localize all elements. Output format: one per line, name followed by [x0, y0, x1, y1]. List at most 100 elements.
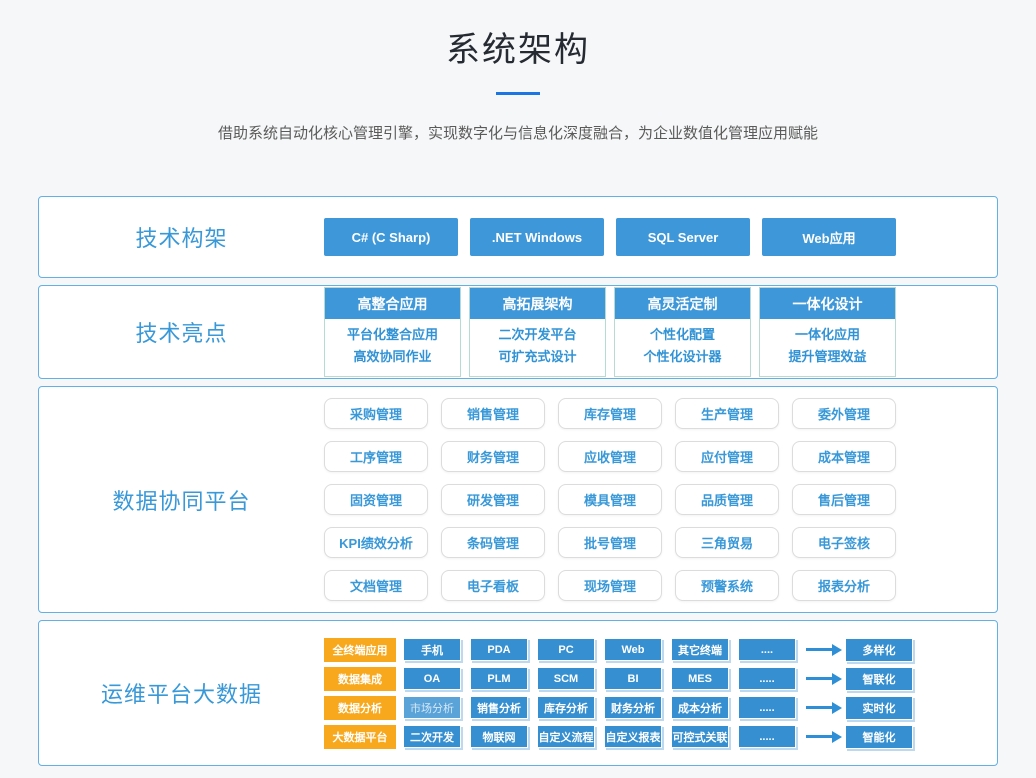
module-block: 三角贸易	[675, 527, 779, 558]
module-block: 电子看板	[441, 570, 545, 601]
module-block: 研发管理	[441, 484, 545, 515]
ops-item-block: 物联网	[470, 725, 528, 748]
highlight-card: 高拓展架构 二次开发平台 可扩充式设计	[469, 287, 606, 377]
ops-item-block: SCM	[537, 667, 595, 690]
title-underline-divider	[496, 92, 540, 95]
ops-item-block: 二次开发	[403, 725, 461, 748]
module-block: 现场管理	[558, 570, 662, 601]
ops-category-label: 数据集成	[324, 667, 396, 691]
module-block: 固资管理	[324, 484, 428, 515]
section-tech-stack: 技术构架 C# (C Sharp) .NET Windows SQL Serve…	[38, 196, 998, 278]
module-block: 文档管理	[324, 570, 428, 601]
highlight-card: 高灵活定制 个性化配置 个性化设计器	[614, 287, 751, 377]
card-line: 高效协同作业	[325, 346, 460, 368]
section-data-platform-label: 数据协同平台	[39, 484, 324, 516]
arrow-right-icon	[806, 644, 842, 656]
ops-item-block: 财务分析	[604, 696, 662, 719]
module-grid: 采购管理 销售管理 库存管理 生产管理 委外管理 工序管理 财务管理 应收管理 …	[324, 398, 896, 601]
ops-row-bigdata: 大数据平台 二次开发 物联网 自定义流程 自定义报表 可控式关联 ..... 智…	[324, 725, 913, 749]
ops-item-block-more: ....	[738, 638, 796, 661]
ops-item-block: BI	[604, 667, 662, 690]
tech-block-sqlserver: SQL Server	[616, 218, 750, 256]
module-block: 品质管理	[675, 484, 779, 515]
module-block: 应收管理	[558, 441, 662, 472]
architecture-diagram: 技术构架 C# (C Sharp) .NET Windows SQL Serve…	[38, 196, 998, 766]
ops-item-block: 库存分析	[537, 696, 595, 719]
section-ops-platform-label: 运维平台大数据	[39, 677, 324, 709]
ops-item-block: PLM	[470, 667, 528, 690]
page-subtitle: 借助系统自动化核心管理引擎，实现数字化与信息化深度融合，为企业数值化管理应用赋能	[0, 122, 1036, 143]
ops-result-block: 智联化	[845, 667, 913, 691]
ops-row-terminals: 全终端应用 手机 PDA PC Web 其它终端 .... 多样化	[324, 638, 913, 662]
tech-block-dotnet: .NET Windows	[470, 218, 604, 256]
ops-category-label: 大数据平台	[324, 725, 396, 749]
ops-category-label: 全终端应用	[324, 638, 396, 662]
ops-result-block: 智能化	[845, 725, 913, 749]
module-block: 模具管理	[558, 484, 662, 515]
card-line: 一体化应用	[760, 324, 895, 346]
tech-stack-blocks: C# (C Sharp) .NET Windows SQL Server Web…	[324, 218, 896, 256]
ops-item-block: 手机	[403, 638, 461, 661]
ops-item-block: 自定义流程	[537, 725, 595, 748]
card-line: 可扩充式设计	[470, 346, 605, 368]
ops-item-block: 其它终端	[671, 638, 729, 661]
module-block: 售后管理	[792, 484, 896, 515]
module-block: KPI绩效分析	[324, 527, 428, 558]
highlight-cards: 高整合应用 平台化整合应用 高效协同作业 高拓展架构 二次开发平台 可扩充式设计…	[324, 287, 896, 377]
card-line: 个性化配置	[615, 324, 750, 346]
card-body: 平台化整合应用 高效协同作业	[325, 319, 460, 376]
card-title: 高灵活定制	[615, 288, 750, 319]
arrow-right-icon	[806, 673, 842, 685]
module-block: 生产管理	[675, 398, 779, 429]
module-block: 应付管理	[675, 441, 779, 472]
card-line: 平台化整合应用	[325, 324, 460, 346]
ops-item-block: PDA	[470, 638, 528, 661]
card-line: 提升管理效益	[760, 346, 895, 368]
ops-row-analysis: 数据分析 市场分析 销售分析 库存分析 财务分析 成本分析 ..... 实时化	[324, 696, 913, 720]
module-block: 采购管理	[324, 398, 428, 429]
ops-result-block: 多样化	[845, 638, 913, 662]
card-line: 个性化设计器	[615, 346, 750, 368]
highlight-card: 高整合应用 平台化整合应用 高效协同作业	[324, 287, 461, 377]
ops-item-block: OA	[403, 667, 461, 690]
module-block: 库存管理	[558, 398, 662, 429]
section-data-platform: 数据协同平台 采购管理 销售管理 库存管理 生产管理 委外管理 工序管理 财务管…	[38, 386, 998, 613]
module-block: 条码管理	[441, 527, 545, 558]
module-block: 委外管理	[792, 398, 896, 429]
module-block: 财务管理	[441, 441, 545, 472]
ops-item-block: PC	[537, 638, 595, 661]
card-body: 一体化应用 提升管理效益	[760, 319, 895, 376]
module-block: 成本管理	[792, 441, 896, 472]
module-block: 报表分析	[792, 570, 896, 601]
highlight-card: 一体化设计 一体化应用 提升管理效益	[759, 287, 896, 377]
section-tech-stack-label: 技术构架	[39, 221, 324, 253]
section-ops-platform: 运维平台大数据 全终端应用 手机 PDA PC Web 其它终端 .... 多样…	[38, 620, 998, 766]
section-highlights: 技术亮点 高整合应用 平台化整合应用 高效协同作业 高拓展架构 二次开发平台 可…	[38, 285, 998, 379]
card-title: 高拓展架构	[470, 288, 605, 319]
tech-block-csharp: C# (C Sharp)	[324, 218, 458, 256]
page-title: 系统架构	[0, 0, 1036, 71]
ops-item-block: 可控式关联	[671, 725, 729, 748]
ops-category-label: 数据分析	[324, 696, 396, 720]
ops-item-block: 市场分析	[403, 696, 461, 719]
ops-item-block-more: .....	[738, 696, 796, 719]
ops-item-block: 自定义报表	[604, 725, 662, 748]
card-title: 高整合应用	[325, 288, 460, 319]
card-title: 一体化设计	[760, 288, 895, 319]
ops-item-block-more: .....	[738, 667, 796, 690]
module-block: 预警系统	[675, 570, 779, 601]
ops-rows: 全终端应用 手机 PDA PC Web 其它终端 .... 多样化 数据集成 O…	[324, 638, 913, 749]
module-block: 销售管理	[441, 398, 545, 429]
ops-item-block: Web	[604, 638, 662, 661]
ops-result-block: 实时化	[845, 696, 913, 720]
ops-item-block: 销售分析	[470, 696, 528, 719]
card-line: 二次开发平台	[470, 324, 605, 346]
ops-row-integration: 数据集成 OA PLM SCM BI MES ..... 智联化	[324, 667, 913, 691]
ops-item-block: 成本分析	[671, 696, 729, 719]
module-block: 批号管理	[558, 527, 662, 558]
module-block: 电子签核	[792, 527, 896, 558]
card-body: 个性化配置 个性化设计器	[615, 319, 750, 376]
section-highlights-label: 技术亮点	[39, 316, 324, 348]
ops-item-block: MES	[671, 667, 729, 690]
module-block: 工序管理	[324, 441, 428, 472]
